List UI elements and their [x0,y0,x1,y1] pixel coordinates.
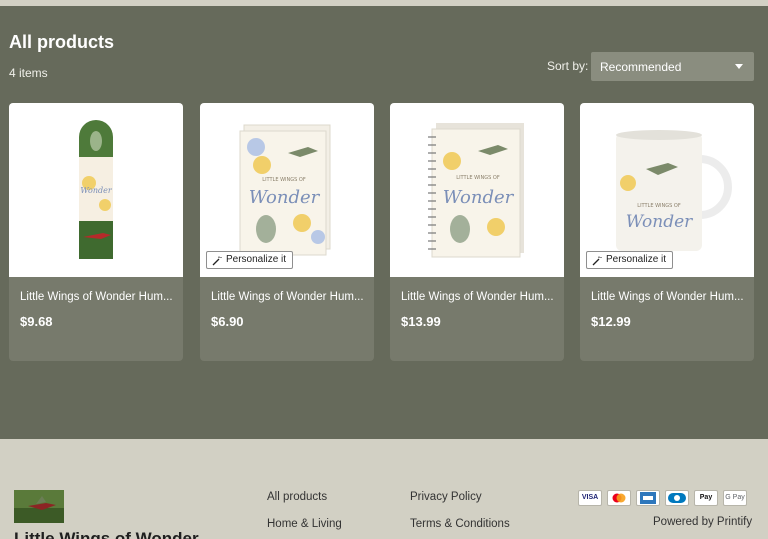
mastercard-icon [607,490,631,506]
product-name[interactable]: Little Wings of Wonder Hum... [20,291,174,303]
powered-by[interactable]: Powered by Printify [653,516,752,528]
product-card[interactable]: LITTLE WINGS OF Wonder Personalize it Li… [580,103,754,361]
product-image[interactable]: Wonder [9,103,183,277]
personalize-label: Personalize it [606,254,667,265]
sort-label: Sort by: [547,59,589,73]
footer: Little Wings of Wonder All products Home… [0,439,768,539]
apple-pay-icon: Pay [694,490,718,506]
product-name[interactable]: Little Wings of Wonder Hum... [211,291,365,303]
footer-link-privacy-policy[interactable]: Privacy Policy [410,491,482,503]
footer-link-terms[interactable]: Terms & Conditions [410,518,510,530]
store-logo[interactable] [14,490,64,523]
apple-pay-label: Pay [699,494,713,501]
svg-text:LITTLE WINGS OF: LITTLE WINGS OF [262,177,306,183]
sort-select[interactable]: Recommended [591,52,754,81]
personalize-button[interactable]: Personalize it [586,251,674,269]
product-price: $9.68 [20,314,53,329]
products-section: All products 4 items Sort by: Recommende… [0,6,768,439]
svg-text:Wonder: Wonder [249,187,321,208]
magic-wand-icon [212,256,222,266]
product-card[interactable]: LITTLE WINGS OF Wonder Personalize it Li… [200,103,374,361]
svg-text:LITTLE WINGS OF: LITTLE WINGS OF [637,203,681,209]
visa-icon: VISA [578,490,602,506]
product-card[interactable]: Wonder Little Wings of Wonder Hum... $9.… [9,103,183,361]
product-image[interactable]: LITTLE WINGS OF Wonder [390,103,564,277]
footer-link-all-products[interactable]: All products [267,491,327,503]
product-price: $13.99 [401,314,441,329]
page-title: All products [9,32,115,52]
chevron-down-icon [735,64,743,69]
svg-text:LITTLE WINGS OF: LITTLE WINGS OF [456,175,500,181]
amex-icon [636,490,660,506]
google-pay-label: G Pay [725,494,745,501]
brand-name[interactable]: Little Wings of Wonder [14,529,199,539]
notebook-image: LITTLE WINGS OF Wonder [428,123,524,258]
bookmark-image: Wonder [79,120,113,259]
diners-icon [665,490,689,506]
product-price: $12.99 [591,314,631,329]
svg-text:Wonder: Wonder [80,186,113,195]
product-name[interactable]: Little Wings of Wonder Hum... [591,291,745,303]
magic-wand-icon [592,256,602,266]
personalize-button[interactable]: Personalize it [206,251,294,269]
footer-link-home-living[interactable]: Home & Living [267,518,342,530]
product-price: $6.90 [211,314,244,329]
svg-text:Wonder: Wonder [443,187,515,208]
product-name[interactable]: Little Wings of Wonder Hum... [401,291,555,303]
personalize-label: Personalize it [226,254,287,265]
visa-label: VISA [581,494,599,501]
google-pay-icon: G Pay [723,490,747,506]
svg-text:Wonder: Wonder [626,212,693,232]
product-card[interactable]: LITTLE WINGS OF Wonder Little Wings of W… [390,103,564,361]
item-count: 4 items [9,66,48,80]
sort-select-value: Recommended [600,60,682,74]
